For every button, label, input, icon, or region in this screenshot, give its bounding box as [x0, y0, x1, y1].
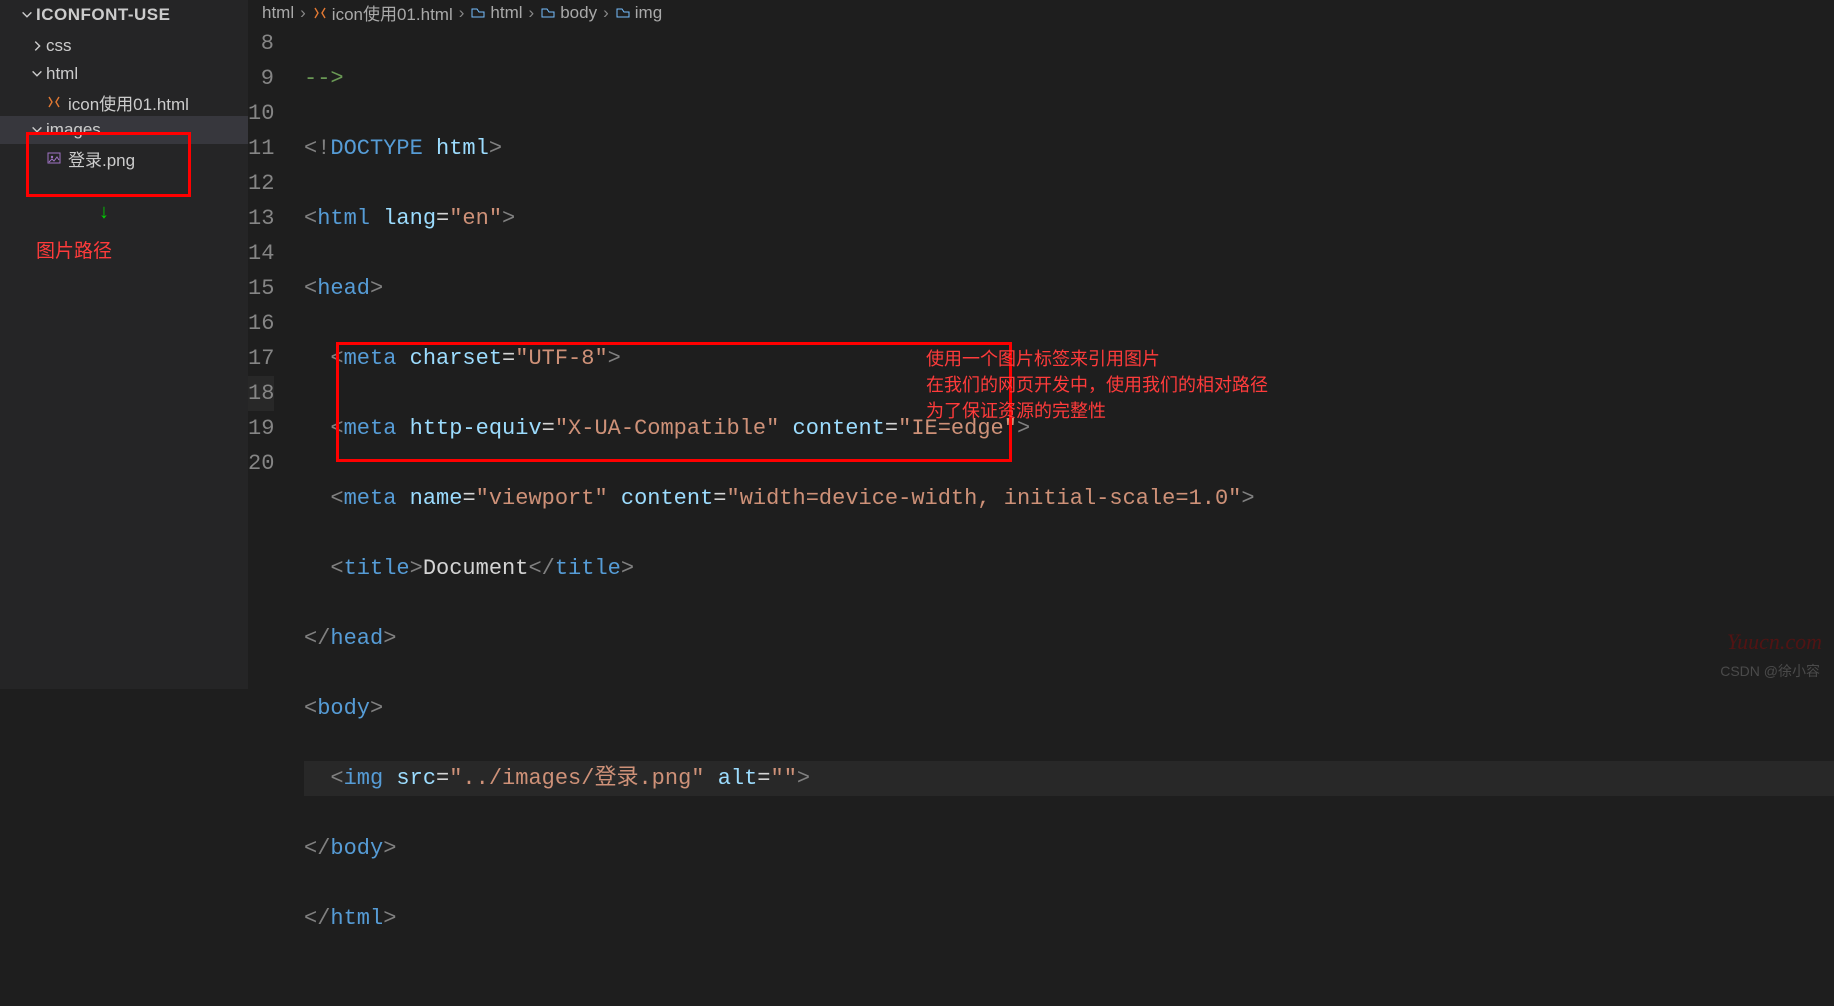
chevron-right-icon: [28, 39, 46, 53]
code-editor[interactable]: 8 9 10 11 12 13 14 15 16 17 18 19 20 -->…: [248, 26, 1834, 1006]
explorer-header[interactable]: ICONFONT-USE: [0, 0, 248, 30]
crumb-html[interactable]: html: [470, 3, 522, 23]
sidebar: ICONFONT-USE css html icon使用01.html imag…: [0, 0, 248, 689]
chevron-right-icon: ›: [597, 3, 615, 23]
main-area: html › icon使用01.html › html › body › img: [248, 0, 1834, 689]
crumb-file[interactable]: icon使用01.html: [312, 0, 453, 25]
watermark: Yuucn.com: [1727, 629, 1822, 655]
folder-images[interactable]: images: [0, 116, 248, 144]
line-numbers: 8 9 10 11 12 13 14 15 16 17 18 19 20: [248, 26, 304, 1006]
image-file-icon: [46, 150, 68, 166]
breadcrumbs: html › icon使用01.html › html › body › img: [248, 0, 1834, 26]
file-image[interactable]: 登录.png: [0, 144, 248, 172]
html-file-icon: [312, 5, 328, 21]
chevron-down-icon: [28, 123, 46, 137]
chevron-right-icon: ›: [523, 3, 541, 23]
chevron-right-icon: ›: [453, 3, 471, 23]
symbol-icon: [615, 5, 631, 21]
symbol-icon: [540, 5, 556, 21]
file-tree: css html icon使用01.html images 登录.png: [0, 30, 248, 172]
project-name: ICONFONT-USE: [36, 5, 170, 25]
file-html[interactable]: icon使用01.html: [0, 88, 248, 116]
crumb-folder[interactable]: html: [262, 3, 294, 23]
html-file-icon: [46, 94, 68, 110]
code-content[interactable]: --> <!DOCTYPE html> <html lang="en"> <he…: [304, 26, 1834, 1006]
chevron-down-icon: [28, 67, 46, 81]
arrow-down-icon: ↓: [98, 202, 110, 225]
annotation-path-label: 图片路径: [36, 236, 112, 263]
chevron-right-icon: ›: [294, 3, 312, 23]
crumb-body[interactable]: body: [540, 3, 597, 23]
annotation-note: 使用一个图片标签来引用图片 在我们的网页开发中，使用我们的相对路径 为了保证资源…: [926, 346, 1268, 424]
chevron-down-icon: [18, 8, 36, 22]
folder-css[interactable]: css: [0, 32, 248, 60]
crumb-img[interactable]: img: [615, 3, 662, 23]
watermark-author: CSDN @徐小容: [1720, 661, 1820, 681]
folder-html[interactable]: html: [0, 60, 248, 88]
symbol-icon: [470, 5, 486, 21]
